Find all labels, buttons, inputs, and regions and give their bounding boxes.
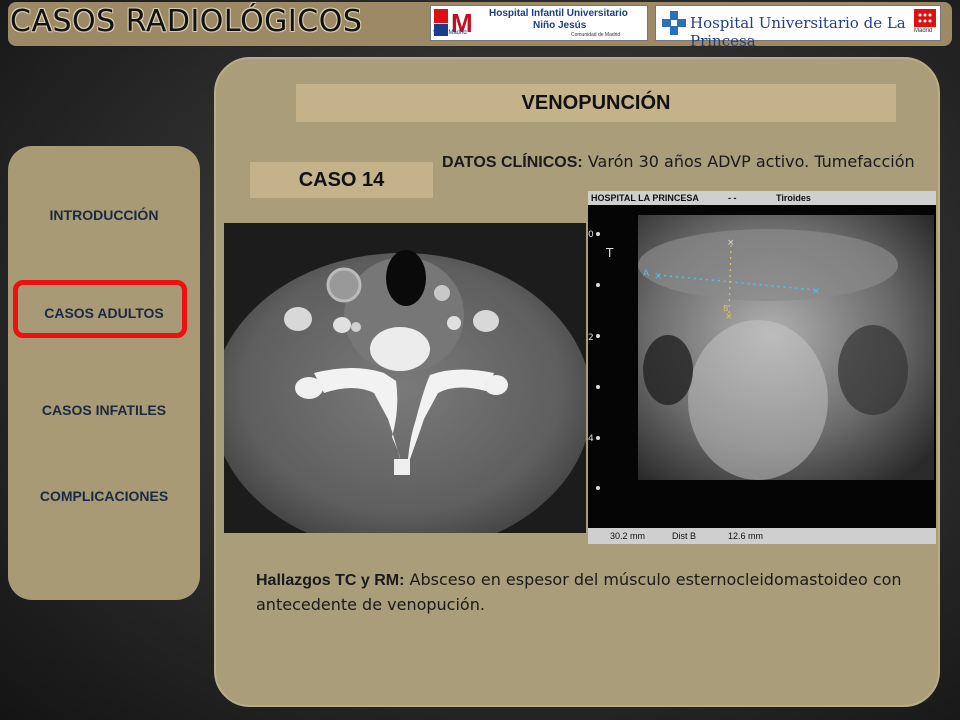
us-header-left: HOSPITAL LA PRINCESA xyxy=(591,193,699,203)
logo2-text: Hospital Universitario de La Princesa xyxy=(690,14,906,50)
ultrasound-graphic: × × × × A B 0 2 4 T xyxy=(588,205,936,528)
findings-text: Hallazgos TC y RM: Absceso en espesor de… xyxy=(256,568,916,617)
us-marker-b: B xyxy=(723,304,729,313)
svg-text:×: × xyxy=(812,286,820,297)
clinical-data: DATOS CLÍNICOS: Varón 30 años ADVP activ… xyxy=(442,150,952,174)
us-depth-2: 2 xyxy=(588,333,594,343)
logo1-small-left: SaludMadrid xyxy=(433,30,467,36)
sidebar-item-casos-infatiles[interactable]: CASOS INFATILES xyxy=(8,402,200,418)
section-title: VENOPUNCIÓN xyxy=(296,84,896,122)
svg-text:×: × xyxy=(725,312,733,322)
app-title: CASOS RADIOLÓGICOS xyxy=(10,4,363,39)
princesa-cross-icon xyxy=(662,11,686,35)
ultrasound-footer: 30.2 mm Dist B 12.6 mm xyxy=(588,528,936,544)
logo2-small-right: Madrid xyxy=(914,28,933,34)
logo1-line1: Hospital Infantil Universitario xyxy=(489,8,628,19)
ultrasound-header: HOSPITAL LA PRINCESA - - Tiroides xyxy=(588,191,936,205)
us-footer-b-label: Dist B xyxy=(672,531,697,541)
us-header-right: Tiroides xyxy=(776,193,811,203)
us-depth-0: 0 xyxy=(588,230,594,240)
findings-label: Hallazgos TC y RM: xyxy=(256,572,405,589)
logo1-line2: Niño Jesús xyxy=(533,20,587,31)
hospital-la-princesa-logo: Hospital Universitario de La Princesa Ma… xyxy=(655,5,941,50)
case-label: CASO 14 xyxy=(250,162,433,198)
clinical-label: DATOS CLÍNICOS: xyxy=(442,154,583,171)
ct-scan-image xyxy=(224,223,586,533)
hospital-nino-jesus-logo: M Hospital Infantil Universitario Niño J… xyxy=(430,5,648,41)
active-nav-highlight xyxy=(13,280,187,338)
svg-text:T: T xyxy=(605,246,614,260)
us-footer-b: 12.6 mm xyxy=(728,531,764,541)
us-footer-a: 30.2 mm xyxy=(610,531,646,541)
svg-text:×: × xyxy=(654,271,662,282)
clinical-text: Varón 30 años ADVP activo. Tumefacción xyxy=(582,152,915,171)
logo1-small-right: Comunidad de Madrid xyxy=(571,32,621,38)
sidebar-item-introduccion[interactable]: INTRODUCCIÓN xyxy=(8,207,200,223)
ct-neck-axial-graphic xyxy=(224,223,586,533)
ultrasound-image: HOSPITAL LA PRINCESA - - Tiroides × × × … xyxy=(588,191,936,544)
svg-text:×: × xyxy=(727,238,735,248)
sidebar-item-complicaciones[interactable]: COMPLICACIONES xyxy=(8,488,200,504)
us-marker-a: A xyxy=(643,269,650,279)
us-depth-4: 4 xyxy=(588,434,594,444)
us-header-mid: - - xyxy=(728,193,737,203)
sidebar: INTRODUCCIÓN CASOS ADULTOS CASOS INFATIL… xyxy=(8,146,200,600)
